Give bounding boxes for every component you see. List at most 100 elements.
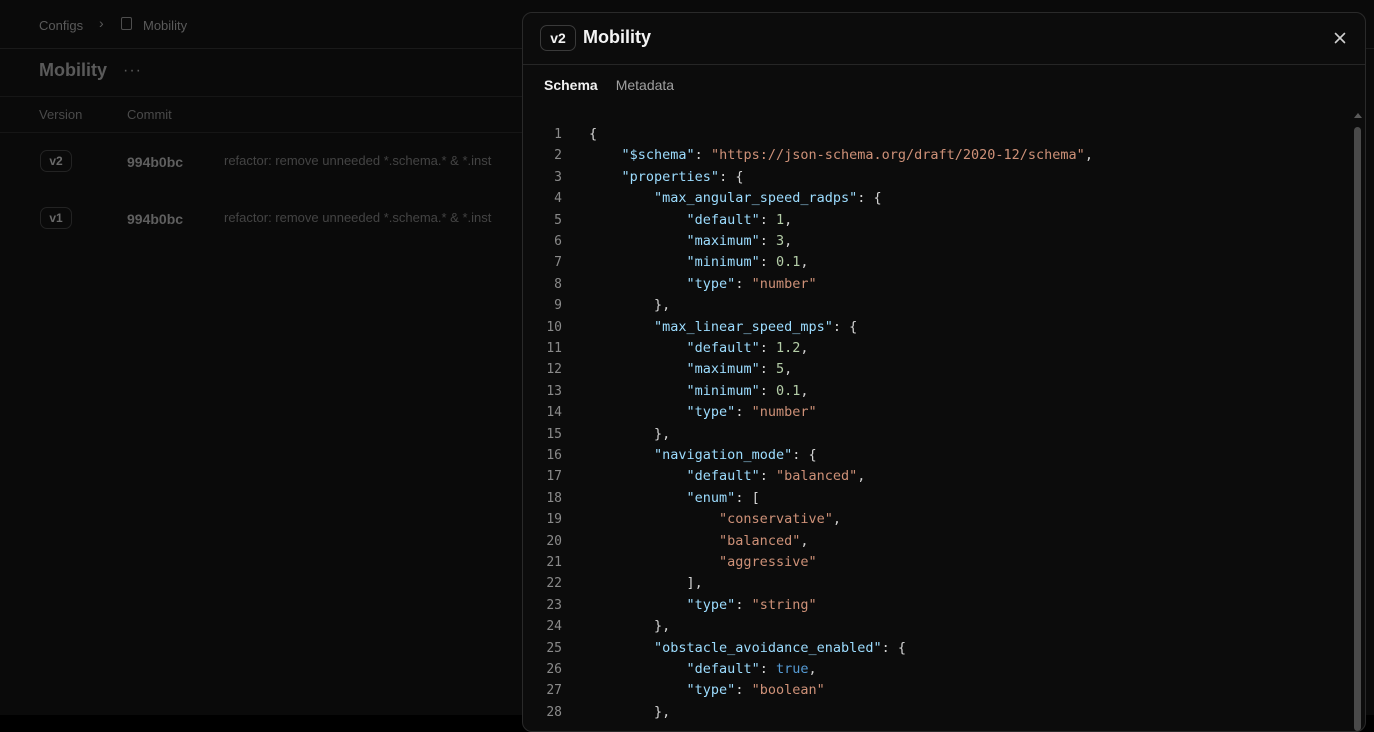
code-token: , [800, 254, 809, 271]
code-token: , [800, 340, 809, 356]
code-line: 7 "minimum": 0.1, [523, 252, 1349, 273]
code-token: : { [832, 318, 858, 335]
code-token: 1 [775, 211, 785, 228]
code-text: "$schema": "https://json-schema.org/draf… [589, 145, 1093, 166]
code-line: 2 "$schema": "https://json-schema.org/dr… [523, 145, 1349, 166]
code-token: : [694, 147, 711, 164]
code-editor[interactable]: 1 {2 "$schema": "https://json-schema.org/… [523, 113, 1349, 731]
line-number: 18 [546, 490, 562, 506]
code-token: }, [589, 297, 671, 314]
code-text: "default": 1.2, [589, 338, 809, 359]
line-number: 3 [554, 169, 562, 185]
dialog-header: v2 Mobility [523, 13, 1365, 65]
code-token: , [800, 532, 809, 549]
line-number: 24 [546, 619, 562, 635]
code-line: 12 "maximum": 5, [523, 359, 1349, 380]
code-token: "enum" [686, 489, 736, 506]
code-token: , [808, 661, 817, 677]
code-text: { [589, 124, 597, 145]
scrollbar[interactable] [1352, 113, 1362, 731]
breadcrumb-configs[interactable]: Configs [39, 18, 83, 33]
line-number: 26 [546, 662, 562, 677]
breadcrumb-mobility[interactable]: Mobility [143, 18, 187, 33]
code-token: "default" [686, 211, 760, 228]
code-line: 15 }, [523, 424, 1349, 445]
code-text: }, [589, 702, 670, 723]
scroll-up-arrow-icon[interactable] [1354, 113, 1362, 118]
code-token: "conservative" [719, 511, 833, 528]
code-token: : [735, 682, 752, 699]
code-line: 24 }, [523, 616, 1349, 637]
tab-metadata[interactable]: Metadata [616, 77, 674, 93]
code-token: : { [792, 447, 817, 463]
code-token: : [759, 211, 776, 228]
table-row[interactable]: v1 994b0bc refactor: remove unneeded *.s… [0, 189, 540, 245]
code-token: "maximum" [686, 361, 760, 378]
code-line: 16 "navigation_mode": { [523, 445, 1349, 466]
code-token: "balanced" [775, 468, 858, 485]
close-icon[interactable] [1331, 29, 1349, 47]
more-options-icon[interactable]: ··· [123, 62, 142, 80]
code-text: "type": "string" [589, 595, 817, 616]
code-token: : [759, 340, 776, 356]
code-token: : [759, 468, 776, 485]
code-line: 19 "conservative", [523, 509, 1349, 530]
code-token: "boolean" [751, 682, 825, 699]
code-text: "minimum": 0.1, [589, 381, 809, 402]
code-line: 20 "balanced", [523, 531, 1349, 552]
code-text: "max_linear_speed_mps": { [589, 317, 857, 338]
code-token: "minimum" [686, 382, 760, 399]
version-badge: v2 [540, 25, 576, 51]
code-token: "$schema" [621, 147, 695, 164]
code-line: 6 "maximum": 3, [523, 231, 1349, 252]
code-text: "default": "balanced", [589, 466, 866, 487]
code-text: "obstacle_avoidance_enabled": { [589, 638, 906, 659]
code-token: "default" [686, 340, 760, 356]
code-token: "default" [686, 468, 760, 485]
code-text: "balanced", [589, 531, 808, 552]
code-token: true [775, 661, 809, 677]
code-token: : [759, 361, 776, 378]
scrollbar-thumb[interactable] [1354, 127, 1361, 731]
file-icon [121, 17, 132, 30]
line-number: 5 [554, 212, 562, 228]
code-token: 0.1 [775, 382, 801, 399]
code-line: 13 "minimum": 0.1, [523, 381, 1349, 402]
code-token: : [759, 254, 776, 271]
code-text: "max_angular_speed_radps": { [589, 188, 882, 209]
commit-message: refactor: remove unneeded *.schema.* & *… [224, 153, 492, 168]
code-line: 10 "max_linear_speed_mps": { [523, 317, 1349, 338]
code-token: "default" [686, 661, 760, 677]
line-number: 14 [546, 405, 562, 421]
code-token: "max_linear_speed_mps" [654, 318, 833, 335]
tab-bar: Schema Metadata [544, 77, 674, 93]
code-token: "navigation_mode" [654, 447, 793, 463]
version-badge: v1 [40, 207, 72, 229]
line-number: 22 [546, 576, 562, 592]
code-line: 8 "type": "number" [523, 274, 1349, 295]
code-token: "string" [751, 596, 817, 613]
version-badge: v2 [40, 150, 72, 172]
code-token: "aggressive" [719, 554, 817, 570]
code-line: 23 "type": "string" [523, 595, 1349, 616]
code-line: 28 }, [523, 702, 1349, 723]
code-line: 4 "max_angular_speed_radps": { [523, 188, 1349, 209]
code-token: "balanced" [719, 532, 801, 549]
line-number: 9 [554, 298, 562, 314]
page-title: Mobility [39, 60, 107, 80]
table-row[interactable]: v2 994b0bc refactor: remove unneeded *.s… [0, 133, 540, 189]
code-line: 3 "properties": { [523, 167, 1349, 188]
code-token: "number" [751, 275, 817, 292]
line-number: 27 [546, 683, 562, 699]
code-token: "type" [686, 596, 736, 613]
tab-schema[interactable]: Schema [544, 77, 598, 93]
